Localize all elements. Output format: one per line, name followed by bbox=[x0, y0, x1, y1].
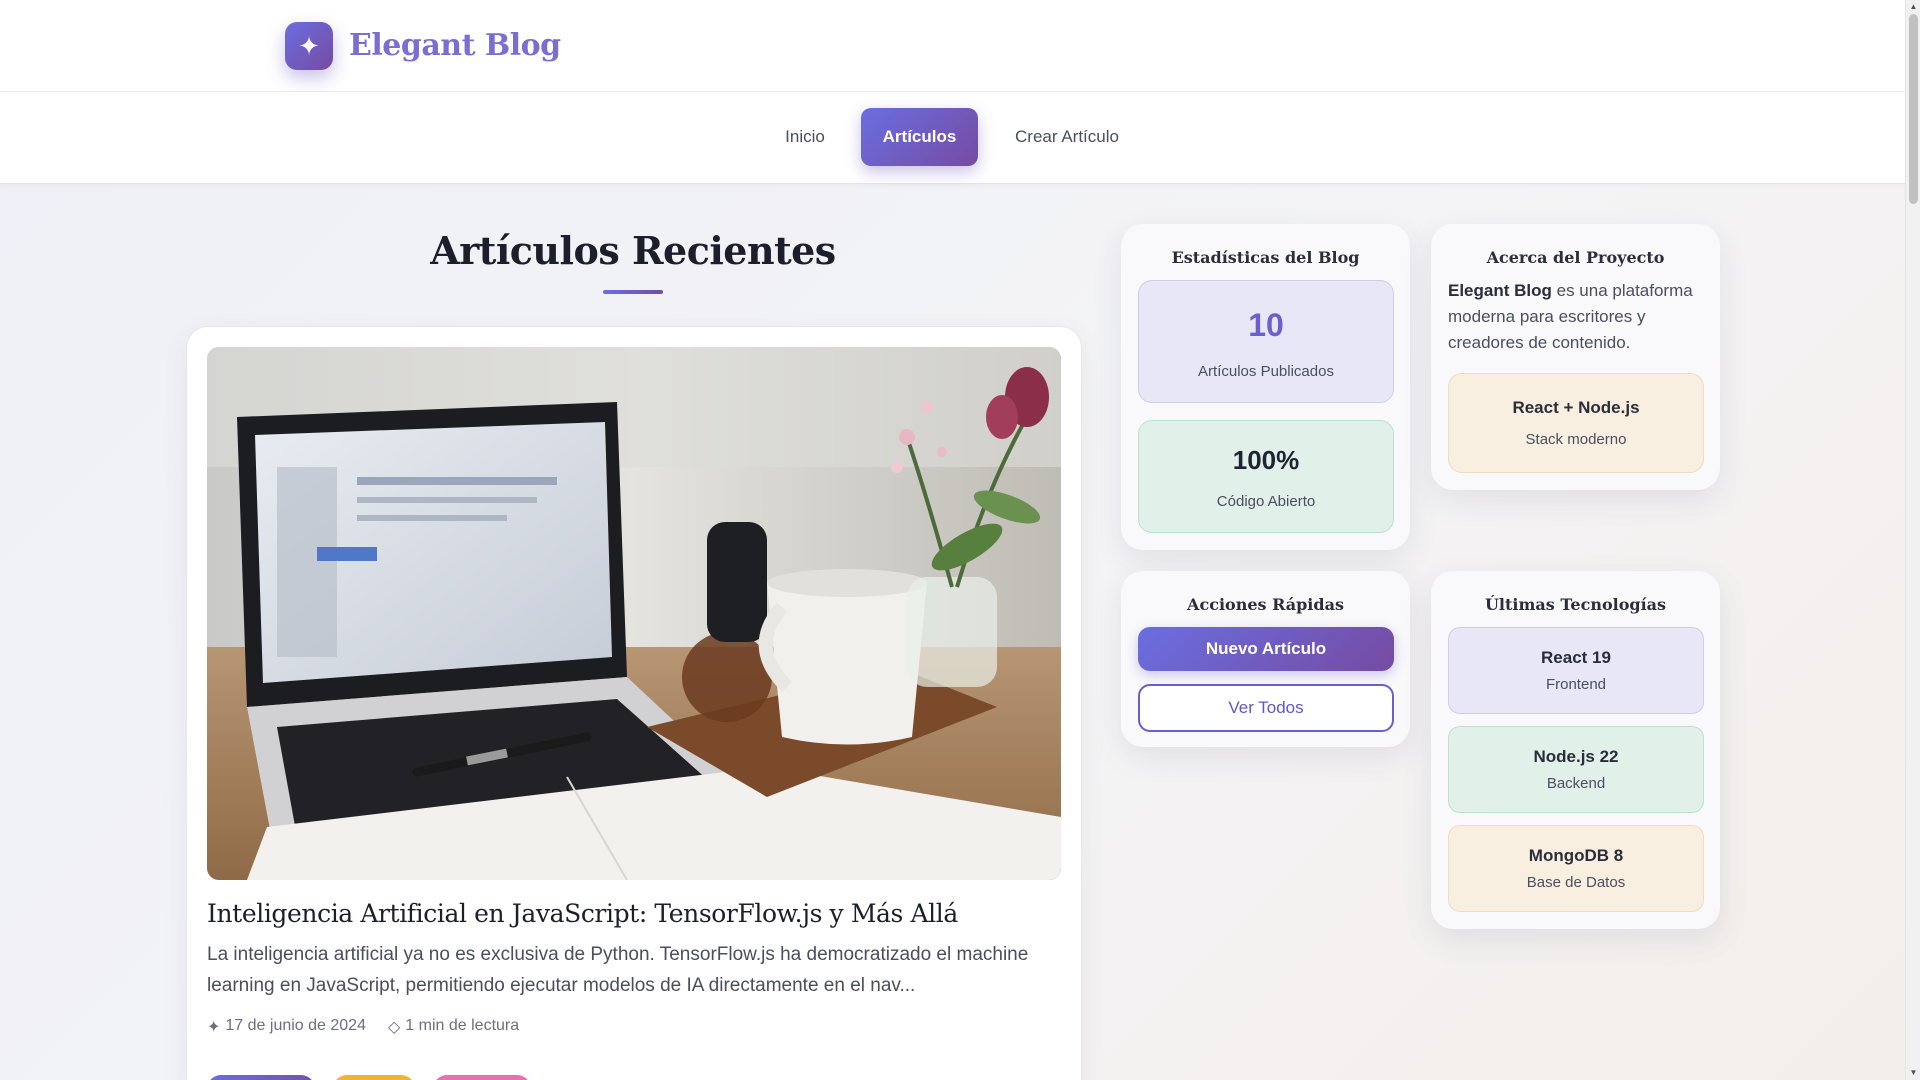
article-tag[interactable] bbox=[333, 1075, 415, 1080]
stat-articles-label: Artículos Publicados bbox=[1198, 363, 1334, 380]
tech-item-mongodb: MongoDB 8 Base de Datos bbox=[1448, 825, 1704, 912]
sparkle-icon: ✦ bbox=[207, 1019, 221, 1036]
article-excerpt: La inteligencia artificial ya no es excl… bbox=[207, 944, 1029, 996]
article-tag[interactable] bbox=[207, 1075, 315, 1080]
about-description: Elegant Blog es una plataforma moderna p… bbox=[1448, 278, 1702, 356]
title-underline bbox=[603, 290, 663, 294]
stack-name: React + Node.js bbox=[1512, 398, 1640, 417]
tech-role: Frontend bbox=[1545, 676, 1607, 693]
page-title: Artículos Recientes bbox=[430, 228, 836, 273]
stats-widget: Estadísticas del Blog 10 Artículos Publi… bbox=[1121, 224, 1410, 550]
article-tag[interactable] bbox=[433, 1075, 531, 1080]
quick-actions-widget: Acciones Rápidas Nuevo Artículo Ver Todo… bbox=[1121, 571, 1410, 747]
tech-role: Base de Datos bbox=[1526, 874, 1626, 891]
article-date-text: 17 de junio de 2024 bbox=[225, 1017, 366, 1034]
stat-open-source: 100% Código Abierto bbox=[1138, 420, 1394, 533]
stat-open-source-label: Código Abierto bbox=[1216, 493, 1316, 510]
nav-item-crear-articulo[interactable]: Crear Artículo bbox=[1000, 108, 1134, 166]
tech-item-node: Node.js 22 Backend bbox=[1448, 726, 1704, 813]
page: ✦ Elegant Blog Inicio Artículos Crear Ar… bbox=[0, 0, 1920, 1080]
article-meta: ✦ 17 de junio de 2024 ◇ 1 min de lectura bbox=[207, 1017, 519, 1037]
stat-articles-value: 10 bbox=[1248, 307, 1284, 343]
article-date: ✦ 17 de junio de 2024 bbox=[207, 1017, 366, 1037]
tech-widget-title: Últimas Tecnologías bbox=[1484, 595, 1667, 614]
tech-role: Backend bbox=[1546, 775, 1606, 792]
scrollbar-thumb[interactable] bbox=[1909, 14, 1918, 204]
about-brand: Elegant Blog bbox=[1448, 281, 1552, 300]
article-cover-image[interactable] bbox=[207, 347, 1061, 880]
stat-open-source-value: 100% bbox=[1232, 445, 1300, 475]
brand-name[interactable]: Elegant Blog bbox=[349, 22, 561, 70]
about-widget: Acerca del Proyecto Elegant Blog es una … bbox=[1431, 224, 1720, 490]
laptop-desk-illustration bbox=[207, 347, 1061, 880]
article-card[interactable]: Inteligencia Artificial en JavaScript: T… bbox=[186, 326, 1082, 1080]
about-widget-title: Acerca del Proyecto bbox=[1486, 248, 1665, 267]
article-read-time-text: 1 min de lectura bbox=[405, 1017, 520, 1034]
nav-item-articulos[interactable]: Artículos bbox=[861, 108, 978, 166]
new-article-button[interactable]: Nuevo Artículo bbox=[1138, 627, 1394, 671]
article-title[interactable]: Inteligencia Artificial en JavaScript: T… bbox=[207, 899, 1061, 928]
site-header: ✦ Elegant Blog bbox=[0, 0, 1905, 92]
stats-widget-title: Estadísticas del Blog bbox=[1171, 248, 1360, 267]
scroll-down-icon[interactable]: ▼ bbox=[1906, 1066, 1920, 1080]
stat-articles: 10 Artículos Publicados bbox=[1138, 280, 1394, 403]
page-scrollbar[interactable]: ▲ ▼ bbox=[1905, 0, 1920, 1080]
tech-item-react: React 19 Frontend bbox=[1448, 627, 1704, 714]
tech-widget: Últimas Tecnologías React 19 Frontend No… bbox=[1431, 571, 1720, 929]
stack-box: React + Node.js Stack moderno bbox=[1448, 373, 1704, 473]
diamond-icon: ◇ bbox=[387, 1019, 401, 1036]
sparkle-icon[interactable]: ✦ bbox=[285, 22, 333, 70]
tech-name: React 19 bbox=[1541, 648, 1611, 667]
logo-glyph: ✦ bbox=[298, 30, 320, 61]
tech-name: Node.js 22 bbox=[1533, 747, 1619, 766]
scroll-up-icon[interactable]: ▲ bbox=[1906, 0, 1920, 14]
stack-label: Stack moderno bbox=[1525, 431, 1627, 448]
quick-actions-title: Acciones Rápidas bbox=[1187, 595, 1344, 614]
view-all-button[interactable]: Ver Todos bbox=[1138, 684, 1394, 732]
main-nav: Inicio Artículos Crear Artículo bbox=[0, 92, 1905, 184]
tech-name: MongoDB 8 bbox=[1528, 846, 1624, 865]
article-read-time: ◇ 1 min de lectura bbox=[388, 1017, 519, 1037]
nav-item-inicio[interactable]: Inicio bbox=[770, 108, 840, 166]
